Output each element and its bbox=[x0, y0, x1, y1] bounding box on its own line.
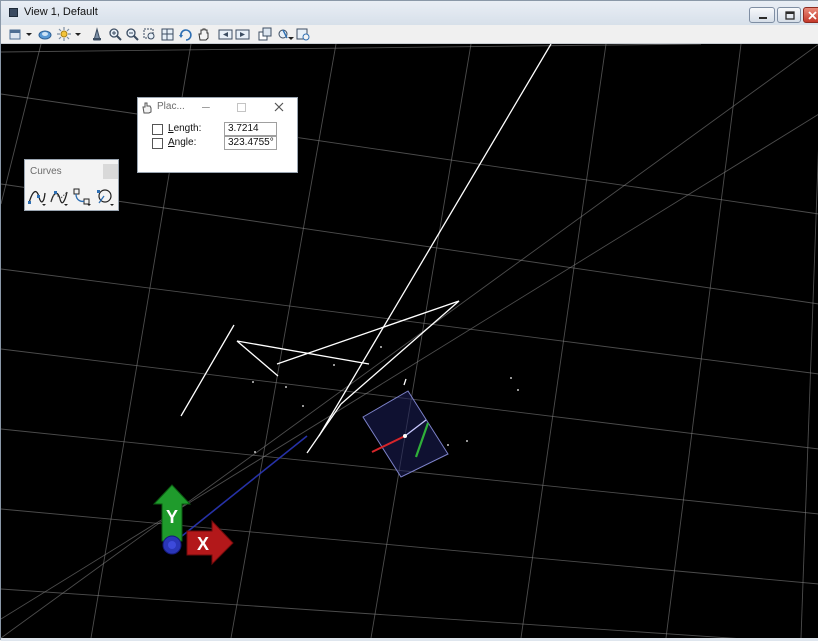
grid-line bbox=[1, 114, 818, 620]
spiral-curve-icon[interactable] bbox=[95, 187, 115, 207]
place-dialog-title: Plac... bbox=[157, 101, 185, 112]
view-previous-icon[interactable] bbox=[218, 27, 233, 42]
length-lock-checkbox[interactable] bbox=[152, 124, 163, 135]
place-dialog-title-bar[interactable]: Plac... – bbox=[138, 98, 297, 116]
pan-view-icon[interactable] bbox=[196, 27, 211, 42]
dialog-close-button[interactable] bbox=[274, 102, 284, 112]
design-view-3d[interactable]: Y X Plac... – Length: 3.7214 Angle: 323.… bbox=[1, 44, 818, 638]
angle-lock-checkbox[interactable] bbox=[152, 138, 163, 149]
dropdown-arrow-icon[interactable] bbox=[287, 27, 295, 42]
accudraw-compass[interactable] bbox=[362, 390, 449, 478]
curves-toolbox-close-button[interactable] bbox=[103, 164, 118, 179]
element-line[interactable] bbox=[236, 340, 279, 377]
view-window-icon bbox=[9, 8, 18, 17]
curves-toolbox-title: Curves bbox=[30, 166, 62, 177]
length-input[interactable]: 3.7214 bbox=[224, 122, 277, 136]
element-line[interactable] bbox=[403, 378, 407, 386]
grid-line bbox=[1, 183, 818, 305]
element-line[interactable] bbox=[276, 300, 460, 365]
dialog-minimize-button[interactable]: – bbox=[202, 98, 210, 114]
copy-view-icon[interactable] bbox=[258, 27, 273, 42]
zoom-in-icon[interactable] bbox=[108, 27, 123, 42]
view-rotation-icon[interactable] bbox=[296, 27, 311, 42]
grid-line bbox=[1, 93, 818, 215]
angle-label: Angle: bbox=[168, 137, 197, 148]
x-axis-label: X bbox=[197, 534, 209, 554]
length-label: Length: bbox=[168, 123, 202, 134]
grid-line bbox=[370, 44, 472, 638]
grid-line bbox=[1, 44, 818, 638]
y-axis-label: Y bbox=[166, 507, 178, 527]
dropdown-arrow-icon[interactable] bbox=[25, 27, 33, 42]
grid-line bbox=[520, 44, 607, 638]
grid-line bbox=[1, 508, 818, 585]
update-view-icon[interactable] bbox=[90, 27, 105, 42]
view-attributes-icon[interactable] bbox=[8, 27, 23, 42]
grid-line bbox=[800, 149, 818, 638]
display-style-icon[interactable] bbox=[38, 27, 53, 42]
modify-curve-icon[interactable] bbox=[72, 187, 92, 207]
close-icon bbox=[808, 11, 817, 20]
angle-input[interactable]: 323.4755° bbox=[224, 136, 277, 150]
element-line[interactable] bbox=[318, 44, 552, 437]
accudraw-origin bbox=[403, 434, 407, 438]
element-line[interactable] bbox=[306, 403, 342, 454]
window-title: View 1, Default bbox=[24, 6, 98, 18]
fit-view-icon[interactable] bbox=[160, 27, 175, 42]
view-window: View 1, Default Y X Plac... – Length: 3.… bbox=[0, 0, 818, 641]
bspline-curve-icon[interactable] bbox=[49, 187, 69, 207]
zoom-out-icon[interactable] bbox=[125, 27, 140, 42]
z-axis-line bbox=[171, 435, 308, 545]
lighting-icon[interactable] bbox=[57, 27, 72, 42]
title-bar[interactable]: View 1, Default bbox=[1, 1, 818, 25]
maximize-icon bbox=[785, 11, 795, 20]
view-toolbar bbox=[1, 25, 818, 44]
view-next-icon[interactable] bbox=[235, 27, 250, 42]
grid-line bbox=[1, 44, 702, 53]
element-line[interactable] bbox=[236, 340, 370, 365]
element-line[interactable] bbox=[180, 324, 235, 417]
view-axis-triad: Y X bbox=[152, 435, 308, 566]
curves-toolbox[interactable]: Curves bbox=[24, 159, 119, 211]
dialog-maximize-button[interactable] bbox=[237, 103, 246, 112]
dropdown-arrow-icon[interactable] bbox=[74, 27, 82, 42]
place-line-dialog[interactable]: Plac... – Length: 3.7214 Angle: 323.4755… bbox=[137, 97, 298, 173]
grid-line bbox=[1, 268, 818, 375]
grid-line bbox=[1, 588, 737, 638]
element-line[interactable] bbox=[340, 300, 460, 405]
place-line-icon bbox=[142, 102, 152, 114]
minimize-icon bbox=[759, 17, 767, 19]
perspective-grid bbox=[1, 44, 818, 638]
rotate-view-icon[interactable] bbox=[178, 27, 193, 42]
grid-line bbox=[665, 44, 742, 638]
design-model-canvas[interactable]: Y X bbox=[1, 44, 818, 638]
place-curve-icon[interactable] bbox=[27, 187, 47, 207]
maximize-button[interactable] bbox=[777, 7, 801, 23]
window-area-icon[interactable] bbox=[142, 27, 157, 42]
minimize-button[interactable] bbox=[749, 7, 775, 23]
close-button[interactable] bbox=[803, 7, 818, 23]
